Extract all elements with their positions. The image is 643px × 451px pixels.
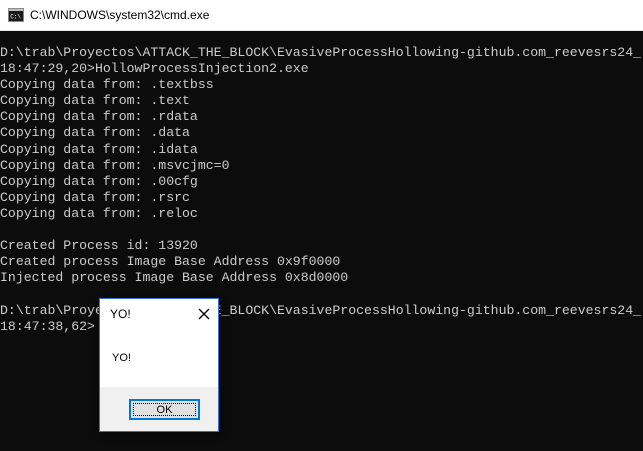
console-line: Created process Image Base Address 0x9f0… <box>0 254 341 270</box>
cmd-window: C:\ C:\WINDOWS\system32\cmd.exe D:\trab\… <box>0 0 643 451</box>
window-title: C:\WINDOWS\system32\cmd.exe <box>30 8 210 22</box>
message-box-titlebar[interactable]: YO! <box>100 299 218 329</box>
message-box-body: YO! <box>100 329 218 387</box>
ok-button[interactable]: OK <box>129 399 200 420</box>
message-box: YO! YO! OK <box>100 299 218 431</box>
console-line: 18:47:38,62> <box>0 318 95 334</box>
console-line: Created Process id: 13920 <box>0 238 198 254</box>
cmd-console-icon: C:\ <box>8 8 24 22</box>
message-box-footer: OK <box>100 387 218 431</box>
console-line: Copying data from: .msvcjmc=0 <box>0 157 230 173</box>
console-line: Copying data from: .00cfg <box>0 173 198 189</box>
svg-text:C:\: C:\ <box>10 14 21 21</box>
console-line: Copying data from: .rdata <box>0 109 198 125</box>
console-output[interactable]: D:\trab\Proyectos\ATTACK_THE_BLOCK\Evasi… <box>0 45 643 451</box>
message-box-title: YO! <box>110 307 131 321</box>
ok-button-label: OK <box>156 403 173 416</box>
console-line: D:\trab\Proyectos\ATTACK_THE_BLOCK\Evasi… <box>0 45 642 60</box>
close-icon[interactable] <box>196 306 212 322</box>
message-box-text: YO! <box>112 352 131 364</box>
console-line: Copying data from: .rsrc <box>0 189 190 205</box>
window-titlebar[interactable]: C:\ C:\WINDOWS\system32\cmd.exe <box>0 0 643 31</box>
console-line: Copying data from: .idata <box>0 141 198 157</box>
console-line: D:\trab\Proyectos\ATTACK_THE_BLOCK\Evasi… <box>0 302 642 318</box>
console-line: Copying data from: .text <box>0 93 190 109</box>
console-line: Copying data from: .reloc <box>0 205 198 221</box>
console-line: 18:47:29,20>HollowProcessInjection2.exe <box>0 61 309 77</box>
console-line: Injected process Image Base Address 0x8d… <box>0 270 349 286</box>
console-line: Copying data from: .data <box>0 125 190 141</box>
console-line: Copying data from: .textbss <box>0 77 214 93</box>
